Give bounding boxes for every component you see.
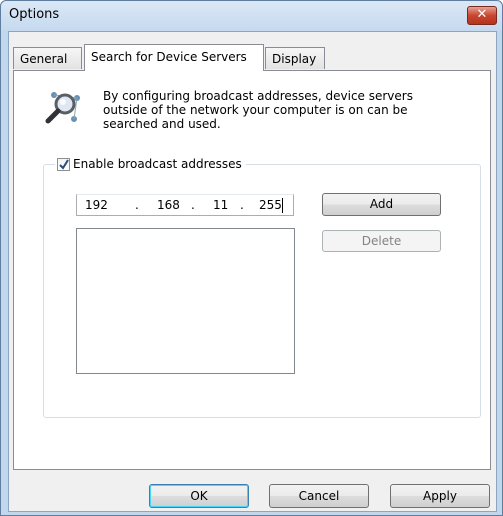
ip-octet-3[interactable]: 11: [213, 198, 228, 212]
delete-button[interactable]: Delete: [322, 230, 441, 252]
tab-general[interactable]: General: [13, 47, 82, 69]
enable-broadcast-checkbox[interactable]: Enable broadcast addresses: [55, 155, 246, 173]
window-title: Options: [9, 7, 60, 22]
dialog-body: General Search for Device Servers Displa…: [8, 31, 497, 512]
tab-search-for-device-servers[interactable]: Search for Device Servers: [84, 44, 264, 71]
close-button[interactable]: ✕: [467, 6, 497, 25]
tab-panel: By configuring broadcast addresses, devi…: [13, 70, 491, 470]
ip-separator: .: [191, 198, 195, 212]
cancel-button[interactable]: Cancel: [269, 484, 369, 508]
text-caret: [282, 198, 283, 213]
apply-button[interactable]: Apply: [390, 484, 490, 508]
ok-button[interactable]: OK: [149, 484, 249, 508]
options-dialog: Options ✕ General Search for Device Serv…: [0, 0, 503, 516]
ip-separator: .: [135, 198, 139, 212]
magnifier-network-icon: [44, 89, 82, 125]
add-button[interactable]: Add: [322, 193, 441, 216]
broadcast-address-list[interactable]: [76, 228, 295, 374]
enable-broadcast-label: Enable broadcast addresses: [73, 157, 242, 171]
ip-octet-4[interactable]: 255: [259, 198, 282, 212]
broadcast-ip-input[interactable]: 192 . 168 . 11 . 255: [76, 194, 294, 216]
tab-display[interactable]: Display: [265, 47, 325, 69]
ip-separator: .: [240, 198, 244, 212]
ip-octet-1[interactable]: 192: [85, 198, 108, 212]
ip-octet-2[interactable]: 168: [157, 198, 180, 212]
info-text: By configuring broadcast addresses, devi…: [103, 89, 413, 131]
checkbox-box[interactable]: [57, 157, 70, 171]
checkmark-icon: [59, 158, 69, 170]
title-bar[interactable]: Options ✕: [1, 1, 502, 31]
